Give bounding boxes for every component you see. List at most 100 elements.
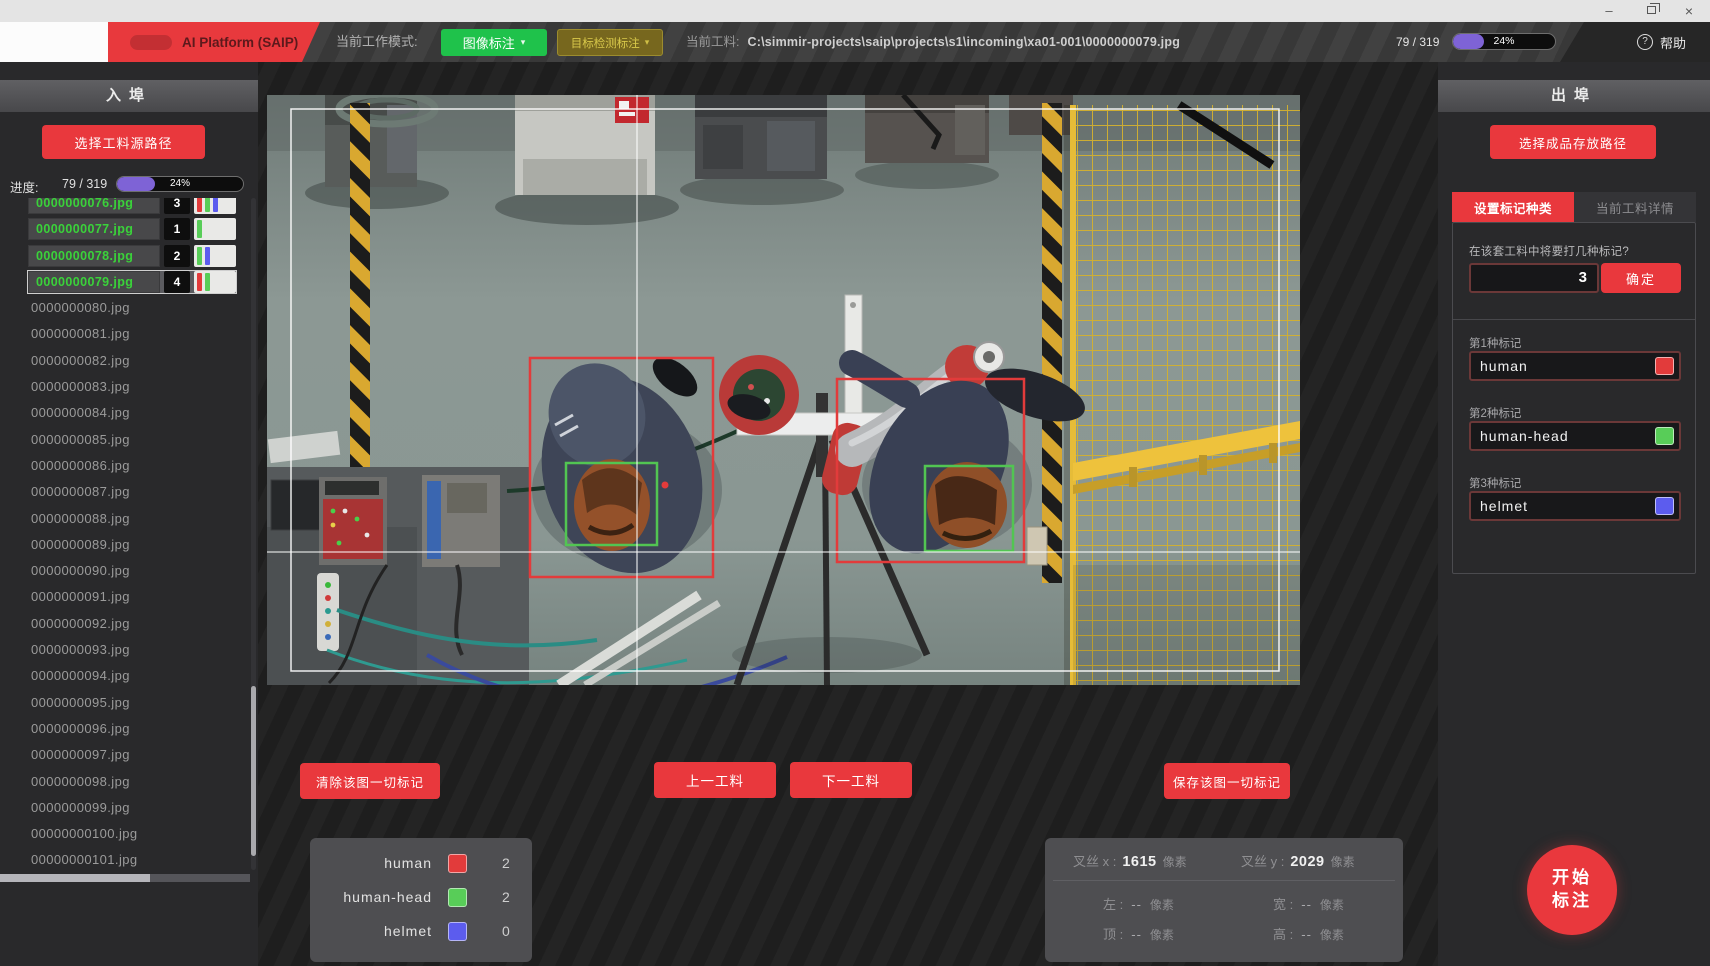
choose-output-path-button[interactable]: 选择成品存放路径 [1490, 125, 1656, 159]
label-color-swatch[interactable] [1655, 427, 1674, 445]
label-name-input[interactable]: helmet [1469, 491, 1681, 521]
file-item[interactable]: 0000000093.jpg [28, 639, 236, 661]
legend-color-swatch [448, 854, 467, 873]
file-item[interactable]: 0000000085.jpg [28, 429, 236, 451]
save-all-marks-button[interactable]: 保存该图一切标记 [1164, 763, 1290, 799]
file-item[interactable]: 0000000086.jpg [28, 455, 236, 477]
progress-count: 79 / 319 [62, 177, 107, 191]
label-color-bar [197, 198, 202, 212]
clear-all-marks-button[interactable]: 清除该图一切标记 [300, 763, 440, 799]
file-item-annotated[interactable]: 0000000079.jpg4 [28, 271, 236, 293]
file-item[interactable]: 0000000088.jpg [28, 508, 236, 530]
os-titlebar: – × [0, 0, 1710, 22]
header-progress-count: 79 / 319 [1396, 22, 1439, 62]
chevron-down-icon: ▾ [521, 37, 526, 48]
label-color-bars [194, 198, 236, 214]
label-name-value: human-head [1480, 423, 1569, 449]
workshop-photo [267, 95, 1300, 685]
file-item[interactable]: 0000000090.jpg [28, 560, 236, 582]
next-item-button[interactable]: 下一工料 [790, 762, 912, 798]
file-list-scrollbar-horizontal[interactable] [0, 874, 250, 882]
file-item[interactable]: 0000000099.jpg [28, 797, 236, 819]
label-name-input[interactable]: human-head [1469, 421, 1681, 451]
safety-fence [1064, 105, 1300, 685]
mode-object-detection-dropdown[interactable]: 目标检测标注 ▾ [557, 29, 663, 56]
brand-logo-icon [130, 35, 172, 50]
file-item[interactable]: 0000000081.jpg [28, 323, 236, 345]
file-item[interactable]: 00000000101.jpg [28, 849, 236, 870]
label-color-bar [197, 273, 202, 291]
label-name-value: human [1480, 353, 1528, 379]
file-item-annotated[interactable]: 0000000078.jpg2 [28, 245, 236, 267]
file-item-annotated[interactable]: 0000000076.jpg3 [28, 198, 236, 214]
crosshair-x-readout: 叉丝 x :1615像素 [1073, 851, 1187, 870]
tab-current-material-details[interactable]: 当前工料详情 [1574, 192, 1696, 222]
label-color-swatch[interactable] [1655, 497, 1674, 515]
close-icon[interactable]: × [1680, 3, 1698, 19]
divider [1453, 319, 1695, 320]
file-item[interactable]: 0000000096.jpg [28, 718, 236, 740]
progress-percent: 24% [117, 177, 243, 191]
file-item[interactable]: 00000000100.jpg [28, 823, 236, 845]
file-item[interactable]: 0000000087.jpg [28, 481, 236, 503]
file-item[interactable]: 0000000082.jpg [28, 350, 236, 372]
file-item[interactable]: 0000000092.jpg [28, 613, 236, 635]
label-color-bar [205, 247, 210, 265]
previous-item-button[interactable]: 上一工料 [654, 762, 776, 798]
scrollbar-thumb[interactable] [0, 874, 150, 882]
restore-icon[interactable] [1647, 6, 1656, 14]
label-color-bars [194, 245, 236, 267]
legend-label: helmet [384, 923, 432, 939]
file-item[interactable]: 0000000091.jpg [28, 586, 236, 608]
mode-secondary-label: 目标检测标注 [571, 35, 640, 51]
progress-percent: 24% [1453, 34, 1555, 49]
box-left-readout: 左 :--像素 [1103, 894, 1174, 913]
help-area: ? 帮助 [1560, 22, 1710, 62]
label-color-bars [194, 271, 236, 293]
export-panel-title: 出埠 [1438, 80, 1710, 112]
file-item[interactable]: 0000000084.jpg [28, 402, 236, 424]
chevron-down-icon: ▾ [645, 37, 650, 48]
file-list-scrollbar-vertical[interactable] [251, 198, 256, 870]
scrollbar-thumb[interactable] [251, 686, 256, 856]
annotation-count-badge: 4 [164, 271, 190, 293]
label-color-bar [205, 198, 210, 212]
file-item[interactable]: 0000000097.jpg [28, 744, 236, 766]
legend-row: human2 [310, 848, 532, 882]
start-annotation-button[interactable]: 开始 标注 [1527, 845, 1617, 935]
legend-color-swatch [448, 888, 467, 907]
legend-label: human [384, 855, 432, 871]
help-button[interactable]: 帮助 [1660, 33, 1686, 52]
box-top-readout: 顶 :--像素 [1103, 924, 1174, 943]
label-color-bar [205, 273, 210, 291]
file-item[interactable]: 0000000094.jpg [28, 665, 236, 687]
legend-label: human-head [343, 889, 432, 905]
coordinates-panel: 叉丝 x :1615像素 叉丝 y :2029像素 左 :--像素 宽 :--像… [1045, 838, 1403, 962]
file-item[interactable]: 0000000098.jpg [28, 771, 236, 793]
label-count-input[interactable]: 3 [1469, 263, 1599, 293]
label-name-input[interactable]: human [1469, 351, 1681, 381]
label-field-title: 第1种标记 [1469, 335, 1521, 351]
right-panel-tabs: 设置标记种类当前工料详情 [1452, 192, 1696, 222]
mode-primary-label: 图像标注 [463, 33, 515, 52]
work-mode-label: 当前工作模式: [336, 22, 418, 62]
minimize-icon[interactable]: – [1600, 3, 1618, 19]
label-settings-box: 在该套工料中将要打几种标记? 3 确定 第1种标记human第2种标记human… [1452, 222, 1696, 574]
annotation-count-badge: 1 [164, 218, 190, 240]
file-item-annotated[interactable]: 0000000077.jpg1 [28, 218, 236, 240]
file-item[interactable]: 0000000089.jpg [28, 534, 236, 556]
confirm-button[interactable]: 确定 [1601, 263, 1681, 293]
header-progress-bar: 24% [1452, 33, 1556, 50]
file-name: 0000000077.jpg [28, 218, 160, 240]
tab-set-label-types[interactable]: 设置标记种类 [1452, 192, 1574, 222]
choose-source-path-button[interactable]: 选择工料源路径 [42, 125, 205, 159]
image-viewer[interactable] [267, 95, 1300, 685]
file-item[interactable]: 0000000083.jpg [28, 376, 236, 398]
mode-image-annotation-dropdown[interactable]: 图像标注 ▾ [441, 29, 547, 56]
annotation-count-badge: 2 [164, 245, 190, 267]
label-color-swatch[interactable] [1655, 357, 1674, 375]
file-item[interactable]: 0000000080.jpg [28, 297, 236, 319]
help-icon[interactable]: ? [1637, 34, 1653, 50]
app-window: – × AI Platform (SAIP) 当前工作模式: 图像标注 ▾ 目标… [0, 0, 1710, 966]
file-item[interactable]: 0000000095.jpg [28, 692, 236, 714]
